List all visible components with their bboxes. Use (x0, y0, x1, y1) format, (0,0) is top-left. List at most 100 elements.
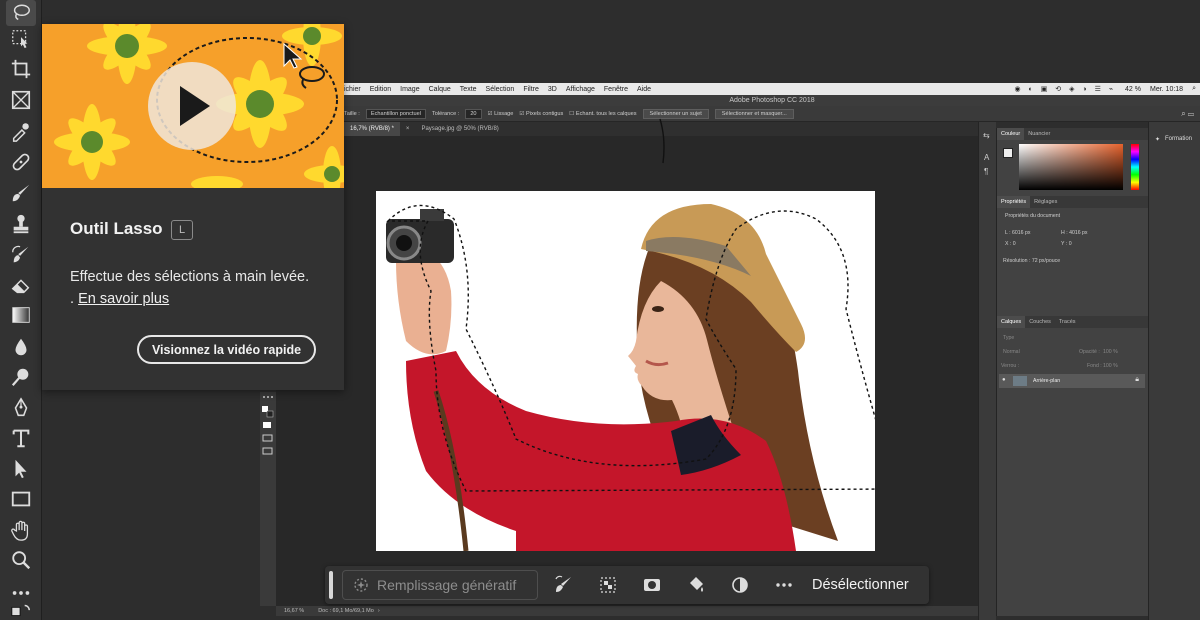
fill-bucket-icon[interactable] (674, 570, 718, 600)
tolerance-label: Tolérance : (431, 110, 460, 117)
taille-select[interactable]: Echantillon ponctuel (365, 108, 426, 119)
properties-panel: Propriétés Réglages Propriétés du docume… (996, 196, 1148, 316)
panel-icon-column: ⇆ A ¶ (978, 122, 996, 620)
tab-reglages[interactable]: Réglages (1030, 199, 1061, 205)
stamp-tool-icon[interactable] (6, 211, 36, 237)
crop-tool-icon[interactable] (6, 56, 36, 82)
options-search-icon[interactable]: ⌕ ▭ (1181, 109, 1194, 119)
menu-item-image[interactable]: Image (400, 86, 419, 93)
menu-item-fenetre[interactable]: Fenêtre (604, 86, 628, 93)
screen: ichier Edition Image Calque Texte Sélect… (0, 0, 1200, 620)
watch-video-button[interactable]: Visionnez la vidéo rapide (137, 335, 316, 364)
menu-item-affichage[interactable]: Affichage (566, 86, 595, 93)
contextual-task-bar: Remplissage génératif Désélectionner (325, 566, 929, 604)
deselect-button[interactable]: Désélectionner (812, 577, 909, 593)
layer-row-background[interactable]: ● Arrière-plan 🔒︎ (999, 374, 1145, 388)
tab-proprietes[interactable]: Propriétés (997, 196, 1031, 208)
echant-calques-checkbox[interactable]: ☐ Echant. tous les calques (569, 111, 636, 117)
adjustment-layer-icon[interactable] (718, 570, 762, 600)
menu-item-texte[interactable]: Texte (460, 86, 477, 93)
taskbar-drag-handle[interactable] (329, 571, 333, 599)
brush-tool-icon[interactable] (6, 180, 36, 206)
menu-item-selection[interactable]: Sélection (486, 86, 515, 93)
panel-shortcut-icons[interactable]: ⇆ A ¶ (979, 122, 997, 182)
select-and-mask-button[interactable]: Sélectionner et masquer... (714, 108, 794, 119)
layer-visibility-eye-icon[interactable]: ● (1002, 377, 1006, 383)
layer-lock-icon[interactable]: 🔒︎ (1135, 376, 1139, 384)
hue-slider[interactable] (1131, 144, 1139, 190)
lissage-checkbox[interactable]: ☑ Lissage (488, 111, 514, 117)
tab-document-paysage[interactable]: Paysage.jpg @ 50% (RVB/8) (415, 122, 504, 136)
tab-document-active[interactable]: 16,7% (RVB/8) * (344, 122, 400, 136)
echant-calques-label: Echant. tous les calques (575, 110, 637, 117)
tab-nuancier[interactable]: Nuancier (1024, 131, 1054, 137)
more-options-icon[interactable] (762, 570, 806, 600)
layer-thumbnail (1013, 376, 1027, 386)
healing-brush-tool-icon[interactable] (6, 149, 36, 175)
menu-item-fichier[interactable]: ichier (344, 86, 361, 93)
status-expand-icon[interactable]: › (378, 608, 380, 614)
opacity-value[interactable]: 100 % (1103, 349, 1118, 355)
inner-tool-icons[interactable] (260, 392, 276, 472)
mask-icon[interactable] (630, 570, 674, 600)
menu-item-3d[interactable]: 3D (548, 86, 557, 93)
fill-label: Fond : (1087, 363, 1102, 369)
tooltip-shortcut-key: L (171, 220, 193, 240)
tab-couleur[interactable]: Couleur (997, 128, 1025, 140)
taille-label: Taille : (344, 110, 360, 117)
menu-item-filtre[interactable]: Filtre (523, 86, 539, 93)
battery-percent: 42 % (1125, 85, 1141, 93)
select-subject-tool-icon[interactable] (6, 26, 36, 52)
dodge-tool-icon[interactable] (6, 364, 36, 390)
blend-mode-select[interactable]: Normal (1003, 349, 1020, 355)
hand-tool-icon[interactable] (6, 518, 36, 544)
type-tool-icon[interactable] (6, 425, 36, 451)
lock-label: Verrou : (1001, 363, 1020, 369)
path-selection-tool-icon[interactable] (6, 456, 36, 482)
prop-height: H : 4016 px (1061, 230, 1088, 236)
tab-calques[interactable]: Calques (997, 316, 1026, 328)
foreground-swatch[interactable] (1003, 148, 1013, 158)
opacity-label: Opacité : (1079, 349, 1100, 355)
pixels-contigus-checkbox[interactable]: ☑ Pixels contigus (519, 111, 563, 117)
layers-panel: Calques Couches Tracés Type Normal Opaci… (996, 316, 1148, 616)
zoom-level[interactable]: 16,67 % (284, 608, 304, 614)
tab-close-icon[interactable]: × (400, 122, 416, 136)
history-brush-tool-icon[interactable] (6, 242, 36, 268)
select-subject-button[interactable]: Sélectionner un sujet (642, 108, 709, 119)
menu-item-calque[interactable]: Calque (429, 86, 451, 93)
formation-label[interactable]: Formation (1165, 136, 1192, 142)
frame-tool-icon[interactable] (6, 87, 36, 113)
color-swatches-icon[interactable] (6, 602, 36, 620)
menu-item-aide[interactable]: Aide (637, 86, 651, 93)
formation-lightbulb-icon[interactable]: ✦ (1155, 136, 1160, 143)
menubar-search-icon[interactable]: ⌕ (1192, 85, 1196, 93)
tab-traces[interactable]: Tracés (1055, 319, 1080, 325)
zoom-tool-icon[interactable] (6, 547, 36, 573)
modify-selection-brush-icon[interactable] (542, 570, 586, 600)
blur-tool-icon[interactable] (6, 334, 36, 360)
gradient-tool-icon[interactable] (6, 302, 36, 328)
rectangle-tool-icon[interactable] (6, 486, 36, 512)
tolerance-input[interactable]: 20 (465, 108, 482, 119)
prop-width: L : 6016 px (1005, 230, 1031, 236)
generative-fill-label: Remplissage génératif (377, 577, 517, 593)
document-photo[interactable] (376, 191, 875, 551)
toolbar (0, 0, 42, 620)
eraser-tool-icon[interactable] (6, 272, 36, 298)
tooltip-title: Outil Lasso (70, 219, 163, 238)
tab-couches[interactable]: Couches (1025, 319, 1055, 325)
generative-fill-button[interactable]: Remplissage génératif (342, 570, 538, 600)
color-picker-field[interactable] (1019, 144, 1123, 190)
play-icon[interactable] (148, 62, 236, 150)
lasso-tool-icon[interactable] (6, 0, 36, 26)
layer-filter-type[interactable]: Type (1003, 335, 1014, 341)
eyedropper-tool-icon[interactable] (6, 118, 36, 144)
options-bar: Taille : Echantillon ponctuel Tolérance … (344, 106, 1200, 122)
menu-item-edition[interactable]: Edition (370, 86, 391, 93)
invert-selection-icon[interactable] (586, 570, 630, 600)
pen-tool-icon[interactable] (6, 395, 36, 421)
layer-name[interactable]: Arrière-plan (1033, 378, 1060, 384)
learn-more-link[interactable]: En savoir plus (78, 291, 169, 307)
fill-value[interactable]: 100 % (1103, 363, 1118, 369)
